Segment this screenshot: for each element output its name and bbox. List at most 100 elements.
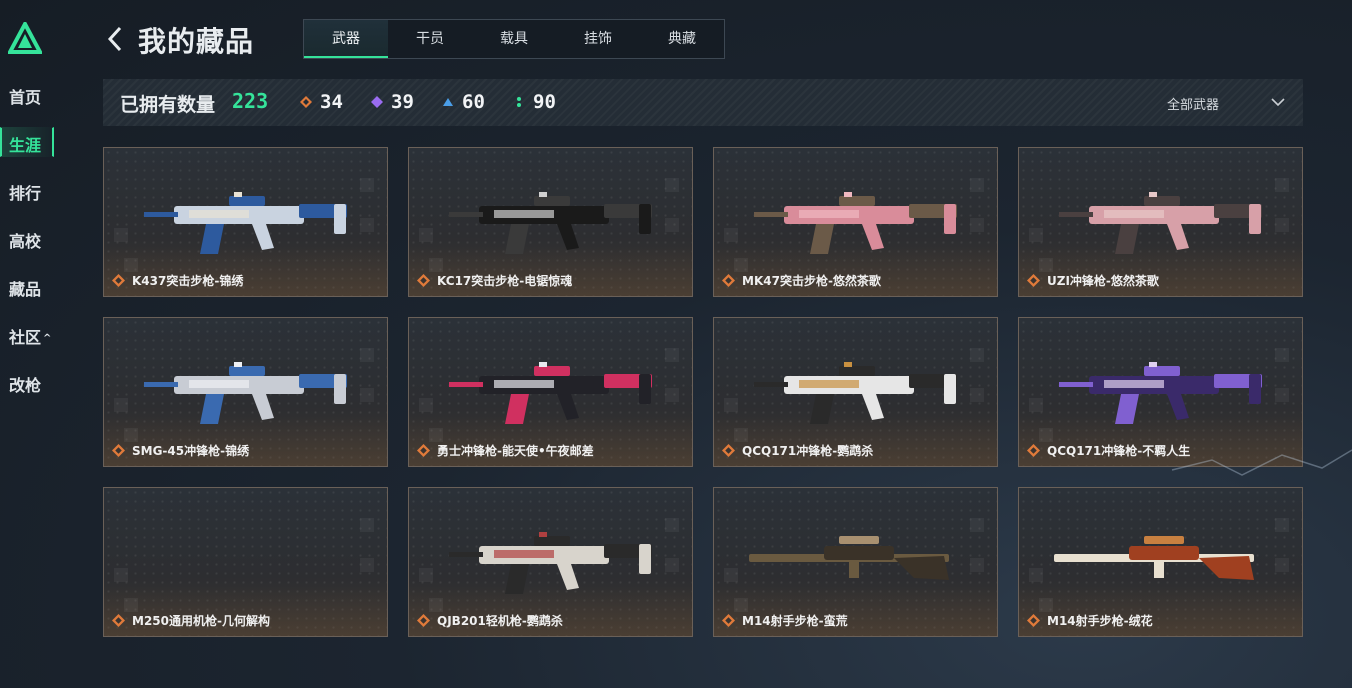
rarity-count-blue: 60 <box>462 91 485 113</box>
orange-diamond-icon <box>417 444 430 457</box>
weapon-name: SMG-45冲锋枪-锦绣 <box>132 444 250 458</box>
rarity-count-purple: 39 <box>391 91 414 113</box>
weapon-card[interactable]: MK47突击步枪-悠然茶歌 <box>713 147 998 297</box>
weapon-grid: K437突击步枪-锦绣 KC17突击步枪-电锯惊魂 MK47突击步枪-悠然茶歌 UZI… <box>103 147 1303 637</box>
card-decoration <box>724 228 738 242</box>
orange-diamond-icon <box>1027 444 1040 457</box>
card-decoration <box>360 218 374 232</box>
weapon-card[interactable]: UZI冲锋枪-悠然茶歌 <box>1018 147 1303 297</box>
orange-diamond-icon <box>1027 274 1040 287</box>
weapon-name: QJB201轻机枪-鹦鹉杀 <box>437 614 563 628</box>
weapon-name: QCQ171冲锋枪-鹦鹉杀 <box>742 444 874 458</box>
weapon-card[interactable]: 勇士冲锋枪-能天使•午夜邮差 <box>408 317 693 467</box>
weapon-image <box>1059 192 1262 254</box>
card-decoration <box>360 178 374 192</box>
sidebar-item-career[interactable]: 生涯 <box>9 132 41 156</box>
weapon-image <box>449 192 652 254</box>
card-decoration <box>1275 558 1289 572</box>
weapon-card[interactable]: K437突击步枪-锦绣 <box>103 147 388 297</box>
weapon-image <box>1059 362 1262 424</box>
weapon-filter-dropdown[interactable]: 全部武器 <box>1167 94 1219 113</box>
orange-diamond-icon <box>417 614 430 627</box>
weapon-name: M250通用机枪-几何解构 <box>132 614 270 628</box>
card-decoration <box>124 598 138 612</box>
weapon-card[interactable]: KC17突击步枪-电锯惊魂 <box>408 147 693 297</box>
card-decoration <box>665 218 679 232</box>
card-decoration <box>1029 398 1043 412</box>
card-decoration <box>665 388 679 402</box>
card-decoration <box>114 228 128 242</box>
orange-diamond-icon <box>112 444 125 457</box>
card-decoration <box>114 568 128 582</box>
card-decoration <box>1275 388 1289 402</box>
sidebar-item-college[interactable]: 高校 <box>9 228 41 252</box>
sidebar-item-gunsmith[interactable]: 改枪 <box>9 372 41 396</box>
chevron-up-icon: ^ <box>43 333 52 344</box>
tab-operators[interactable]: 干员 <box>388 20 472 58</box>
tab-archive[interactable]: 典藏 <box>640 20 724 58</box>
weapon-card[interactable]: M14射手步枪-绒花 <box>1018 487 1303 637</box>
card-decoration <box>724 568 738 582</box>
card-decoration <box>1275 348 1289 362</box>
sidebar-item-ranking[interactable]: 排行 <box>9 180 41 204</box>
card-decoration <box>419 568 433 582</box>
card-decoration <box>724 398 738 412</box>
card-decoration <box>1275 218 1289 232</box>
weapon-name: 勇士冲锋枪-能天使•午夜邮差 <box>437 444 594 458</box>
purple-diamond-icon <box>371 96 383 108</box>
card-decoration <box>114 398 128 412</box>
orange-diamond-icon <box>1027 614 1040 627</box>
weapon-image <box>449 532 652 594</box>
card-decoration <box>970 388 984 402</box>
weapon-image <box>754 192 957 254</box>
weapon-image <box>749 536 949 580</box>
sidebar-item-community[interactable]: 社区 ^ <box>9 324 51 348</box>
rarity-count-green: 90 <box>533 91 556 113</box>
orange-diamond-icon <box>722 274 735 287</box>
weapon-image <box>144 192 347 254</box>
card-decoration <box>360 558 374 572</box>
ownership-stats-bar: 已拥有数量 223 34 39 60 90 全部武器 <box>103 79 1303 126</box>
card-decoration <box>419 398 433 412</box>
app-logo-icon[interactable] <box>8 22 42 54</box>
weapon-card[interactable]: M250通用机枪-几何解构 <box>103 487 388 637</box>
card-decoration <box>970 518 984 532</box>
sidebar-item-collection[interactable]: 藏品 <box>9 276 41 300</box>
card-decoration <box>970 178 984 192</box>
page-title: 我的藏品 <box>138 25 255 58</box>
orange-diamond-icon <box>417 274 430 287</box>
weapon-name: KC17突击步枪-电锯惊魂 <box>437 274 573 288</box>
orange-diamond-icon <box>112 274 125 287</box>
weapon-card[interactable]: QCQ171冲锋枪-鹦鹉杀 <box>713 317 998 467</box>
card-decoration <box>970 348 984 362</box>
green-dots-icon <box>517 97 521 107</box>
blue-triangle-icon <box>443 98 453 106</box>
category-tabs: 武器 干员 载具 挂饰 典藏 <box>303 19 725 59</box>
sidebar-item-home[interactable]: 首页 <box>9 84 41 108</box>
owned-count: 223 <box>232 89 269 113</box>
weapon-name: M14射手步枪-绒花 <box>1047 614 1153 628</box>
card-decoration <box>665 178 679 192</box>
weapon-name: K437突击步枪-锦绣 <box>132 274 244 288</box>
card-decoration <box>360 348 374 362</box>
rarity-count-orange: 34 <box>320 91 343 113</box>
card-decoration <box>1275 178 1289 192</box>
card-decoration <box>1275 518 1289 532</box>
orange-diamond-icon <box>112 614 125 627</box>
card-decoration <box>665 558 679 572</box>
orange-diamond-icon <box>300 96 312 108</box>
chevron-down-icon[interactable] <box>1270 95 1286 109</box>
card-decoration <box>665 518 679 532</box>
tab-charms[interactable]: 挂饰 <box>556 20 640 58</box>
card-decoration <box>1029 568 1043 582</box>
background-lightning-decoration <box>1171 449 1352 476</box>
weapon-card[interactable]: M14射手步枪-蛮荒 <box>713 487 998 637</box>
card-decoration <box>419 228 433 242</box>
tab-weapons[interactable]: 武器 <box>304 20 388 58</box>
weapon-card[interactable]: SMG-45冲锋枪-锦绣 <box>103 317 388 467</box>
back-arrow-icon[interactable] <box>105 24 125 54</box>
weapon-card[interactable]: QJB201轻机枪-鹦鹉杀 <box>408 487 693 637</box>
weapon-image <box>754 362 957 424</box>
tab-vehicles[interactable]: 载具 <box>472 20 556 58</box>
orange-diamond-icon <box>722 444 735 457</box>
